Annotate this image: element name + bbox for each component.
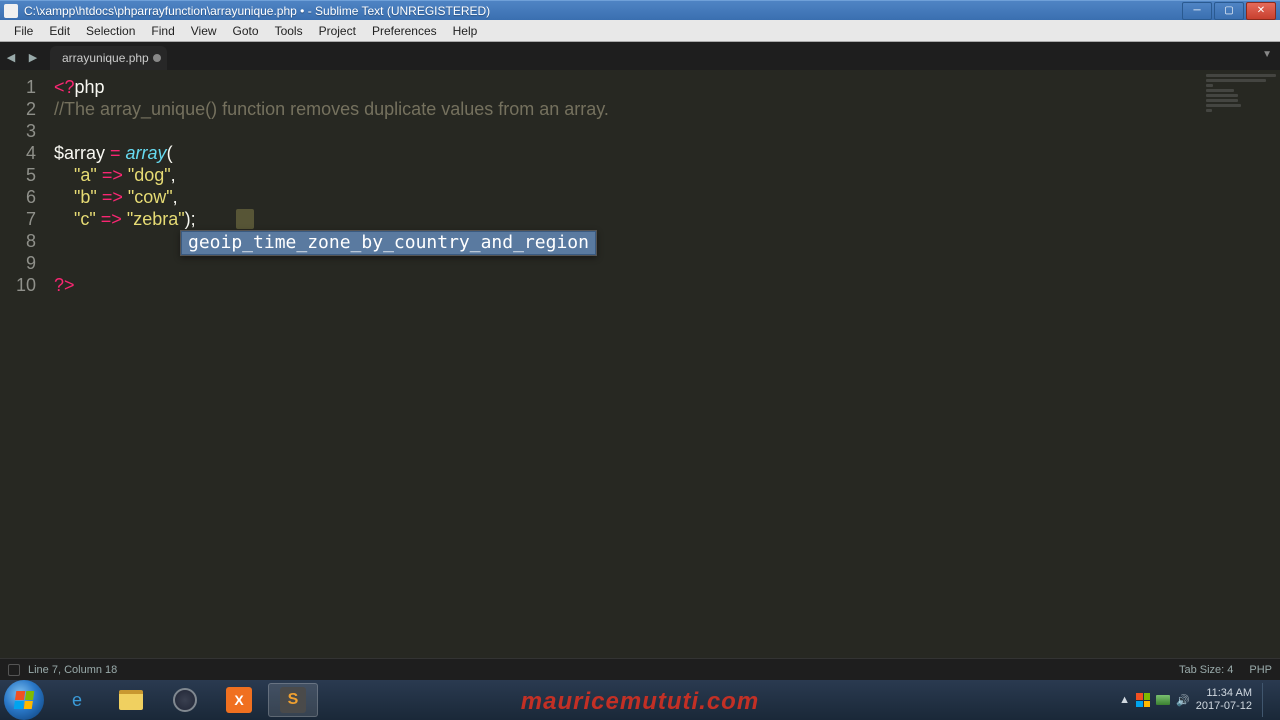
network-icon[interactable] xyxy=(1156,695,1170,705)
tab-overflow-icon[interactable]: ▼ xyxy=(1262,49,1272,60)
code-line: ?> xyxy=(54,274,1280,296)
code-area[interactable]: <?php //The array_unique() function remo… xyxy=(46,70,1280,658)
tray-expand-icon[interactable]: ▲ xyxy=(1119,694,1130,706)
menu-goto[interactable]: Goto xyxy=(225,22,267,40)
autocomplete-popup[interactable]: geoip_time_zone_by_country_and_region xyxy=(180,230,597,256)
menu-edit[interactable]: Edit xyxy=(41,22,78,40)
code-editor[interactable]: 1 2 3 4 5 6 7 8 9 10 <?php //The array_u… xyxy=(0,70,1280,658)
window-title: C:\xampp\htdocs\phparrayfunction\arrayun… xyxy=(24,4,1182,18)
system-clock[interactable]: 11:34 AM 2017-07-12 xyxy=(1196,687,1252,713)
start-button[interactable] xyxy=(4,680,44,720)
line-number: 9 xyxy=(0,252,36,274)
taskbar-services[interactable] xyxy=(160,683,210,717)
nav-back-icon[interactable]: ◀ xyxy=(4,50,18,64)
ie-icon: e xyxy=(72,690,82,711)
tab-size-selector[interactable]: Tab Size: 4 xyxy=(1179,664,1233,676)
file-tab[interactable]: arrayunique.php xyxy=(50,46,167,70)
taskbar-xampp[interactable]: X xyxy=(214,683,264,717)
line-number: 10 xyxy=(0,274,36,296)
line-number: 4 xyxy=(0,142,36,164)
dirty-indicator-icon xyxy=(153,54,161,62)
line-number: 5 xyxy=(0,164,36,186)
code-line: <?php xyxy=(54,76,1280,98)
menu-file[interactable]: File xyxy=(6,22,41,40)
tab-bar: ◀ ▶ arrayunique.php ▼ xyxy=(0,42,1280,70)
code-line: //The array_unique() function removes du… xyxy=(54,98,1280,120)
clock-date: 2017-07-12 xyxy=(1196,700,1252,713)
system-tray: ▲ 🔊 11:34 AM 2017-07-12 xyxy=(1119,683,1276,717)
taskbar-sublime[interactable]: S xyxy=(268,683,318,717)
status-panel-icon[interactable] xyxy=(8,664,20,676)
minimize-button[interactable]: ─ xyxy=(1182,2,1212,20)
line-number: 3 xyxy=(0,120,36,142)
minimap[interactable] xyxy=(1206,74,1276,114)
show-desktop-button[interactable] xyxy=(1262,683,1272,717)
autocomplete-item[interactable]: geoip_time_zone_by_country_and_region xyxy=(181,231,596,255)
xampp-icon: X xyxy=(226,687,252,713)
app-icon xyxy=(4,4,18,18)
nav-forward-icon[interactable]: ▶ xyxy=(26,50,40,64)
code-line: $array = array( xyxy=(54,142,1280,164)
windows-taskbar: e X S mauricemututi.com ▲ 🔊 11:34 AM 201… xyxy=(0,680,1280,720)
cursor-position: Line 7, Column 18 xyxy=(28,664,117,676)
menu-bar: File Edit Selection Find View Goto Tools… xyxy=(0,20,1280,42)
line-number: 2 xyxy=(0,98,36,120)
line-number: 1 xyxy=(0,76,36,98)
menu-find[interactable]: Find xyxy=(143,22,182,40)
code-line: "c" => "zebra"); xyxy=(54,208,1280,230)
menu-preferences[interactable]: Preferences xyxy=(364,22,445,40)
menu-selection[interactable]: Selection xyxy=(78,22,143,40)
menu-tools[interactable]: Tools xyxy=(267,22,311,40)
maximize-button[interactable]: ▢ xyxy=(1214,2,1244,20)
taskbar-explorer[interactable] xyxy=(106,683,156,717)
status-bar: Line 7, Column 18 Tab Size: 4 PHP xyxy=(0,658,1280,680)
volume-icon[interactable]: 🔊 xyxy=(1176,694,1190,707)
caret-highlight xyxy=(236,209,254,229)
windows-logo-icon xyxy=(14,691,35,709)
folder-icon xyxy=(119,690,143,710)
menu-view[interactable]: View xyxy=(183,22,225,40)
code-line: "a" => "dog", xyxy=(54,164,1280,186)
code-line xyxy=(54,120,1280,142)
close-button[interactable]: ✕ xyxy=(1246,2,1276,20)
clock-time: 11:34 AM xyxy=(1196,687,1252,700)
window-titlebar: C:\xampp\htdocs\phparrayfunction\arrayun… xyxy=(0,0,1280,20)
gear-icon xyxy=(173,688,197,712)
action-center-icon[interactable] xyxy=(1136,693,1150,707)
menu-help[interactable]: Help xyxy=(445,22,486,40)
watermark: mauricemututi.com xyxy=(521,688,759,716)
syntax-selector[interactable]: PHP xyxy=(1249,664,1272,676)
line-number: 8 xyxy=(0,230,36,252)
tab-label: arrayunique.php xyxy=(62,51,149,65)
line-number-gutter: 1 2 3 4 5 6 7 8 9 10 xyxy=(0,70,46,658)
sublime-icon: S xyxy=(280,687,306,713)
menu-project[interactable]: Project xyxy=(311,22,364,40)
line-number: 6 xyxy=(0,186,36,208)
taskbar-ie[interactable]: e xyxy=(52,683,102,717)
line-number: 7 xyxy=(0,208,36,230)
code-line: "b" => "cow", xyxy=(54,186,1280,208)
